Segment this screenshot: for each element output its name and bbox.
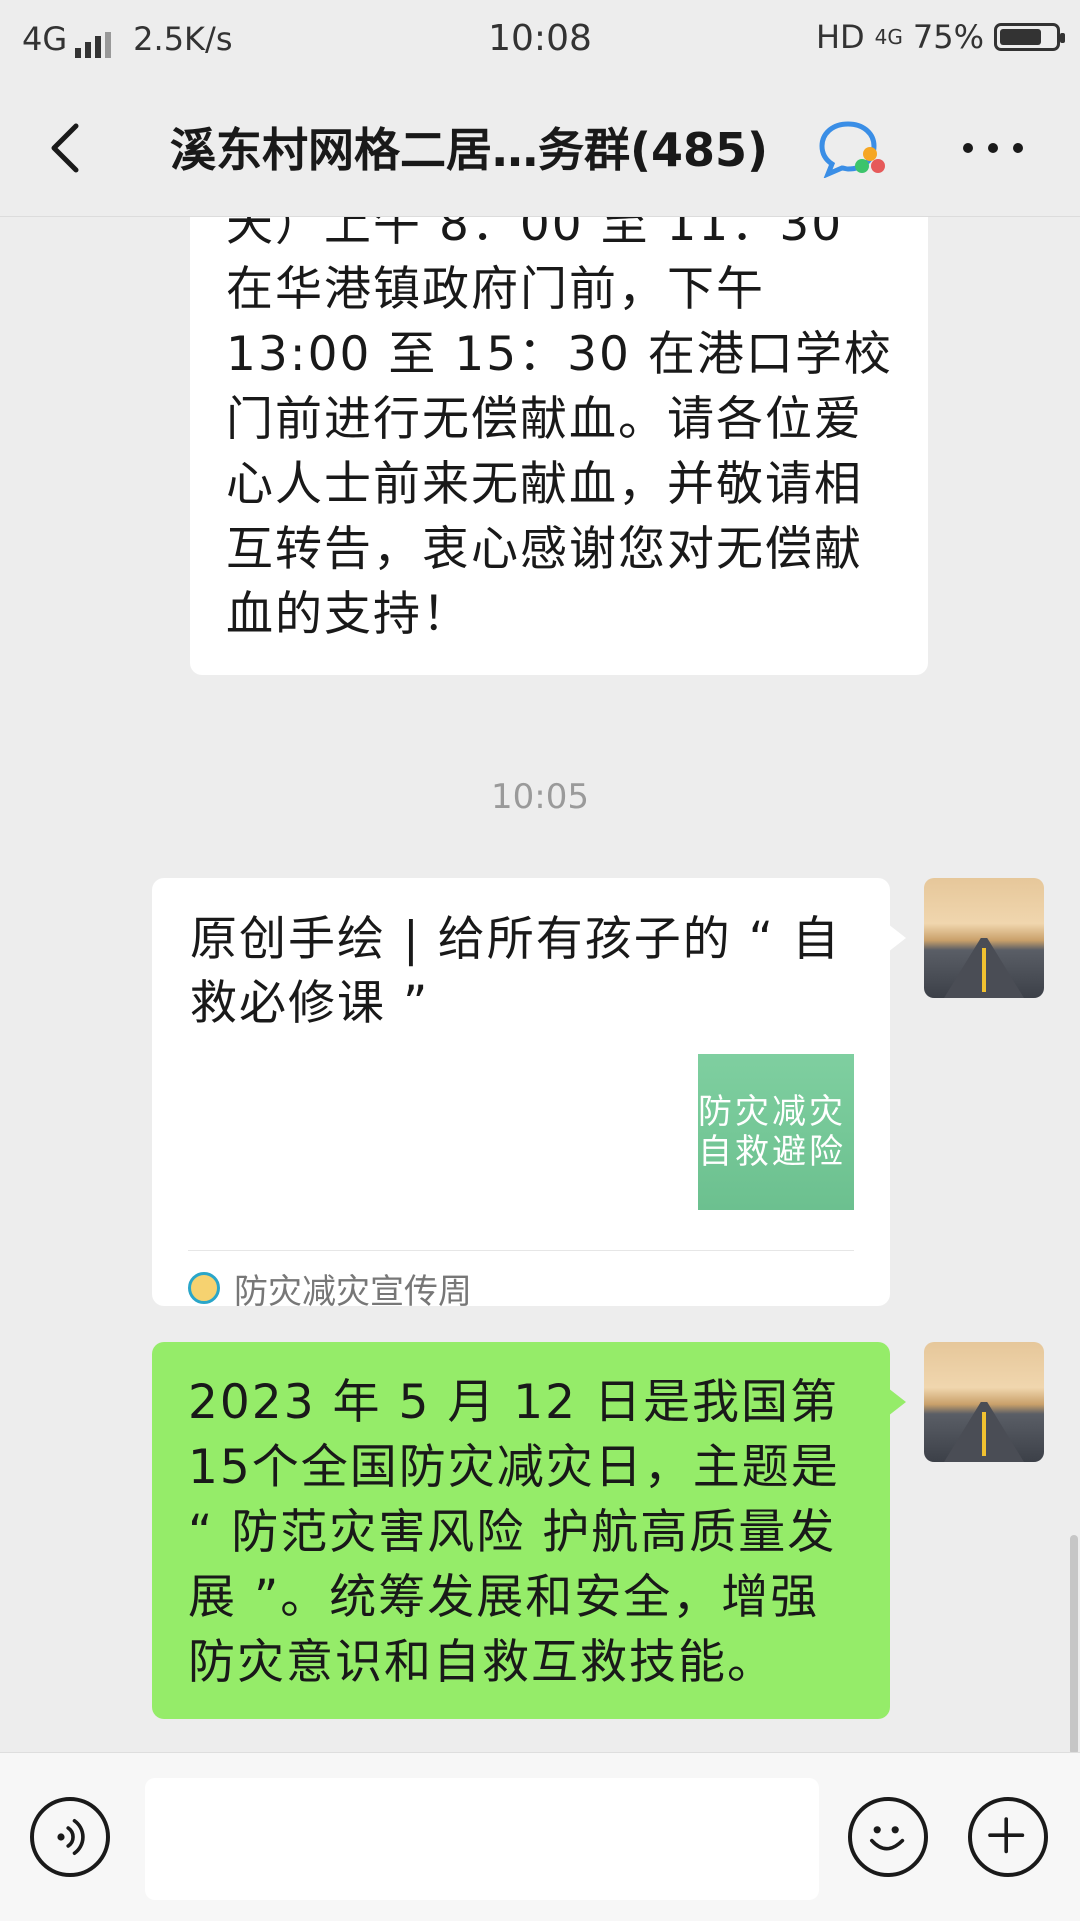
chat-messages[interactable]: 定了 2023 年 5 月 11 日（明天）上午 8：00 至 11：30 在华… <box>0 217 1080 1752</box>
received-message-text: 定了 2023 年 5 月 11 日（明天）上午 8：00 至 11：30 在华… <box>226 217 893 642</box>
card-divider <box>188 1250 854 1251</box>
article-title: 原创手绘 | 给所有孩子的 “ 自救必修课 ” <box>190 912 841 1031</box>
status-bar: 4G 2.5K/s 10:08 HD 4G 75% <box>0 0 1080 78</box>
battery-fill <box>1000 29 1041 45</box>
avatar-road-line <box>982 1412 986 1456</box>
article-card[interactable]: 原创手绘 | 给所有孩子的 “ 自救必修课 ” 防灾减灾 自救避险 防灾减灾宣传… <box>152 878 906 1312</box>
network-type-2: 4G <box>874 25 903 49</box>
thumbnail-text-1: 防灾减灾 <box>698 1092 846 1132</box>
source-name: 防灾减灾宣传周 <box>234 1271 472 1312</box>
chat-header: 溪东村网格二居…务群(485) <box>0 78 1080 217</box>
group-chat-icon[interactable] <box>818 118 888 178</box>
sent-message[interactable]: 2023 年 5 月 12 日是我国第 15个全国防灾减灾日，主题是 “ 防范灾… <box>152 1342 906 1719</box>
back-arrow-icon[interactable] <box>40 118 100 178</box>
received-message[interactable]: 定了 2023 年 5 月 11 日（明天）上午 8：00 至 11：30 在华… <box>190 217 928 675</box>
emoji-icon[interactable] <box>848 1797 928 1877</box>
thumbnail-text-2: 自救避险 <box>698 1132 846 1172</box>
status-right: HD 4G 75% <box>815 18 1065 56</box>
chat-scrollbar[interactable] <box>1070 1535 1078 1755</box>
battery-icon <box>994 23 1065 51</box>
avatar[interactable] <box>924 878 1044 998</box>
sent-message-text: 2023 年 5 月 12 日是我国第 15个全国防灾减灾日，主题是 “ 防范灾… <box>188 1375 840 1690</box>
avatar[interactable] <box>924 1342 1044 1462</box>
article-thumbnail: 防灾减灾 自救避险 <box>698 1054 854 1210</box>
battery-percent: 75% <box>912 18 984 56</box>
chat-title[interactable]: 溪东村网格二居…务群(485) <box>170 114 768 180</box>
add-more-icon[interactable] <box>968 1797 1048 1877</box>
message-input[interactable] <box>145 1778 819 1900</box>
avatar-road-line <box>982 948 986 992</box>
more-icon[interactable] <box>958 130 1028 166</box>
article-source: 防灾减灾宣传周 <box>188 1258 472 1318</box>
time-divider: 10:05 <box>491 777 589 817</box>
input-bar <box>0 1752 1080 1921</box>
voice-input-icon[interactable] <box>30 1797 110 1877</box>
hd-indicator: HD <box>815 18 865 56</box>
source-logo-icon <box>188 1272 220 1304</box>
